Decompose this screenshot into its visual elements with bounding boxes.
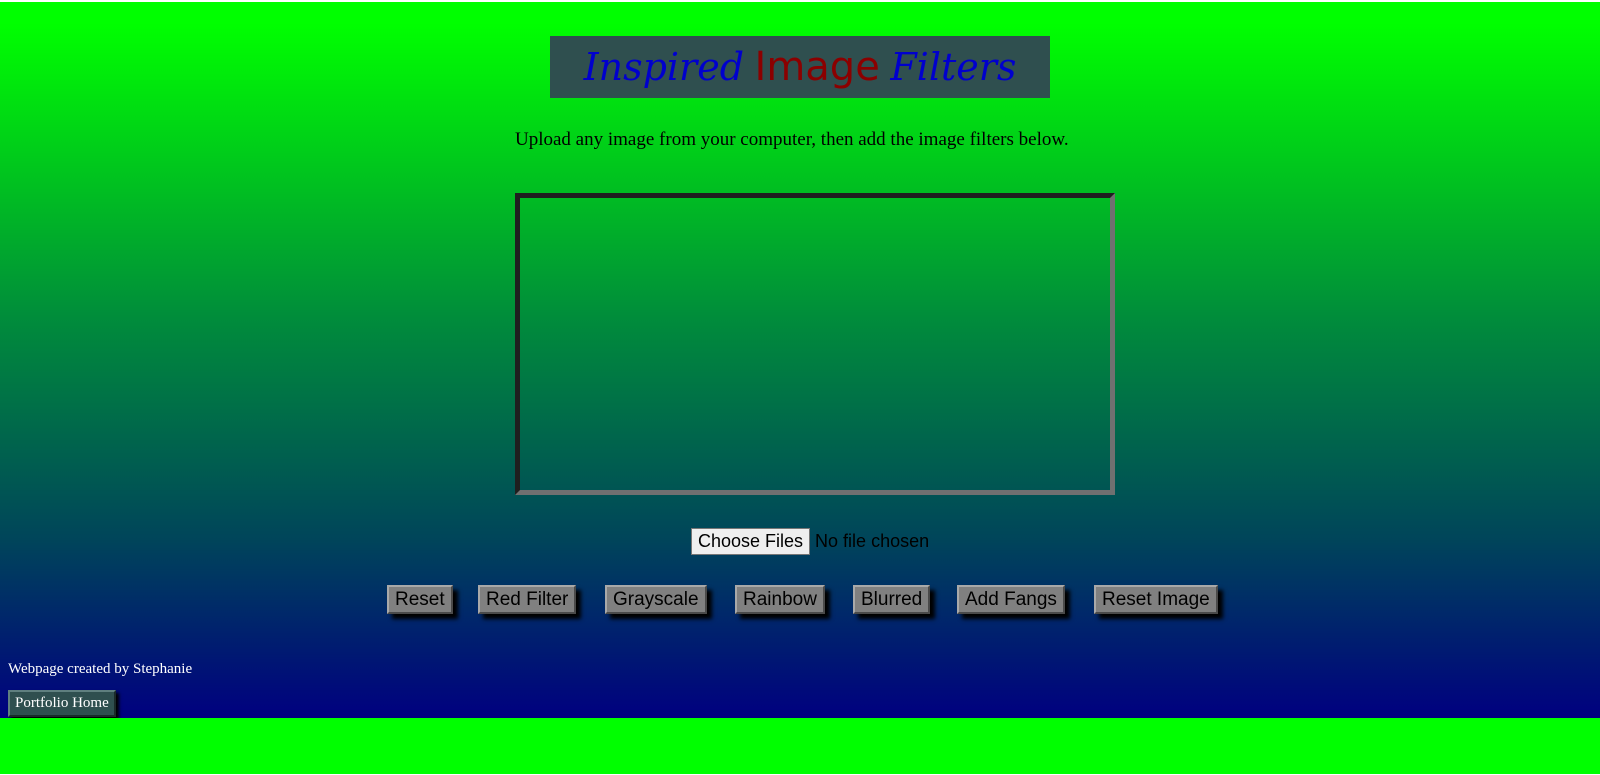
rainbow-button[interactable]: Rainbow [735, 585, 825, 614]
red-filter-button[interactable]: Red Filter [478, 585, 577, 614]
title-word-image: Image [754, 44, 880, 90]
file-upload-row: Choose Files No file chosen [691, 528, 929, 555]
blurred-button[interactable]: Blurred [853, 585, 931, 614]
page: Inspired Image Filters Upload any image … [0, 0, 1600, 775]
title-word-inspired: Inspired [583, 45, 745, 89]
reset-image-button[interactable]: Reset Image [1094, 585, 1218, 614]
bottom-band [0, 718, 1600, 774]
title-word-filters: Filters [890, 45, 1017, 89]
file-status-text: No file chosen [815, 531, 930, 551]
grayscale-button[interactable]: Grayscale [605, 585, 707, 614]
intro-text: Upload any image from your computer, the… [515, 129, 1069, 150]
add-fangs-button[interactable]: Add Fangs [957, 585, 1065, 614]
reset-button[interactable]: Reset [387, 585, 453, 614]
page-body: Inspired Image Filters Upload any image … [0, 2, 1600, 718]
portfolio-home-button[interactable]: Portfolio Home [8, 690, 116, 717]
credit-text: Webpage created by Stephanie [8, 661, 193, 677]
page-title: Inspired Image Filters [550, 36, 1050, 98]
image-canvas[interactable] [515, 193, 1115, 495]
choose-files-button[interactable]: Choose Files [691, 528, 811, 555]
filter-button-row: Reset Red Filter Grayscale Rainbow Blurr… [0, 585, 1600, 614]
